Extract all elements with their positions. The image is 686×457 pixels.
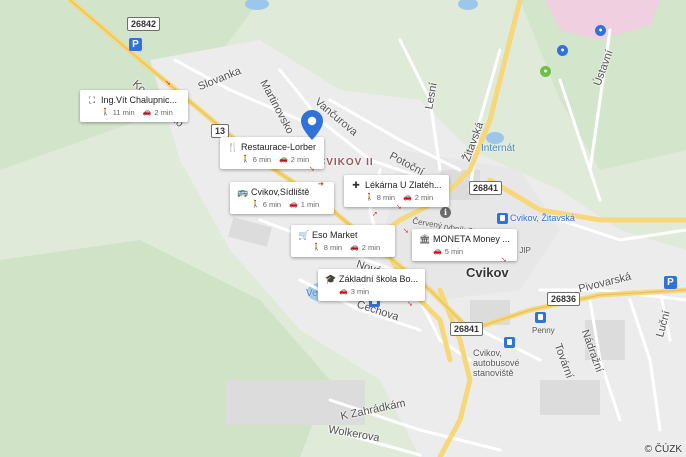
stop-label-cvikov-zitavska: Cvikov, Žitavská xyxy=(510,213,575,223)
label-penny: Penny xyxy=(532,326,555,335)
walk-icon: 🚶 xyxy=(101,109,110,116)
district-label-cvikov-ii: CVIKOV II xyxy=(318,157,374,168)
poi-name: Restaurace-Lorber xyxy=(241,142,317,152)
car-icon: 🚗 xyxy=(403,194,412,201)
direction-arrow-icon: ➘ xyxy=(407,301,413,308)
road-shield-26842: 26842 xyxy=(127,17,161,31)
map-canvas[interactable]: 26842 13 26841 26836 26841 Komenského Sl… xyxy=(0,0,686,457)
car-icon: 🚗 xyxy=(350,244,359,251)
poi-walk-time: 6 min xyxy=(262,200,282,209)
poi-card-lekarna[interactable]: ✚ Lékárna U Zlatéh... 🚶 8 min 🚗 2 min xyxy=(344,175,449,207)
graduation-cap-icon: 🎓 xyxy=(325,274,337,284)
poi-car-time: 2 min xyxy=(414,193,434,202)
walk-icon: 🚶 xyxy=(365,194,374,201)
direction-arrow-icon: ➔ xyxy=(318,181,324,188)
poi-card-zakladni-skola[interactable]: 🎓 Základní škola Bo... 🚗 3 min xyxy=(318,269,426,301)
poi-card-ing-vit-chalupnic[interactable]: ⛶ Ing.Vít Chalupnic... 🚶 11 min 🚗 2 min xyxy=(80,90,188,122)
sport-icon[interactable]: • xyxy=(540,66,551,77)
org-chart-icon: ⛶ xyxy=(88,95,96,105)
walk-icon: 🚶 xyxy=(251,201,260,208)
bus-stop-icon[interactable] xyxy=(504,337,515,348)
location-pin-icon[interactable] xyxy=(301,110,323,140)
direction-arrow-icon: ➘ xyxy=(165,80,171,87)
poi-walk-time: 11 min xyxy=(112,108,135,117)
walk-icon: 🚶 xyxy=(312,244,321,251)
road-shield-26841-north: 26841 xyxy=(469,181,503,195)
poi-name: Cvikov,Sídliště xyxy=(251,187,310,197)
accessibility-icon[interactable]: • xyxy=(595,25,606,36)
shop-icon[interactable] xyxy=(535,312,546,323)
parking-icon[interactable]: P xyxy=(129,38,142,51)
car-icon: 🚗 xyxy=(433,248,442,255)
poi-car-time: 2 min xyxy=(154,108,173,117)
label-lake: Ve xyxy=(306,288,318,299)
direction-arrow-icon: ➘ xyxy=(501,257,507,264)
map-copyright: © ČÚZK xyxy=(644,444,682,455)
info-icon[interactable]: i xyxy=(440,207,451,218)
poi-card-eso-market[interactable]: 🛒 Eso Market 🚶 8 min 🚗 2 min xyxy=(291,225,396,257)
stop-label-autobusove: Cvikov, autobusové stanoviště xyxy=(473,348,520,378)
bus-icon: 🚌 xyxy=(237,187,249,197)
accessibility-icon[interactable]: • xyxy=(557,45,568,56)
poi-car-time: 2 min xyxy=(290,155,310,164)
fork-knife-icon: 🍴 xyxy=(227,142,239,152)
poi-car-time: 2 min xyxy=(361,243,381,252)
shopping-cart-icon: 🛒 xyxy=(298,230,310,240)
poi-name: Lékárna U Zlatéh... xyxy=(365,180,442,190)
town-label-cvikov: Cvikov xyxy=(466,265,509,280)
poi-car-time: 3 min xyxy=(350,287,370,296)
car-icon: 🚗 xyxy=(289,201,298,208)
car-icon: 🚗 xyxy=(339,288,348,295)
poi-card-restaurace-lorber[interactable]: 🍴 Restaurace-Lorber 🚶 6 min 🚗 2 min xyxy=(220,137,325,169)
car-icon: 🚗 xyxy=(279,156,288,163)
bus-stop-icon[interactable] xyxy=(497,213,508,224)
poi-walk-time: 8 min xyxy=(323,243,343,252)
poi-car-time: 1 min xyxy=(300,200,320,209)
direction-arrow-icon: ➘ xyxy=(309,166,315,173)
poi-car-time: 5 min xyxy=(444,247,464,256)
road-shield-13: 13 xyxy=(211,124,230,138)
poi-name: Ing.Vít Chalupnic... xyxy=(101,95,178,105)
direction-arrow-icon: ➘ xyxy=(396,204,402,211)
walk-icon: 🚶 xyxy=(241,156,250,163)
bank-icon: 🏛 xyxy=(419,234,431,244)
parking-icon[interactable]: P xyxy=(664,276,677,289)
road-shield-26836: 26836 xyxy=(547,292,581,306)
car-icon: 🚗 xyxy=(142,109,152,116)
poi-name: Základní škola Bo... xyxy=(339,274,419,284)
direction-arrow-icon: ➘ xyxy=(403,228,409,235)
poi-name: MONETA Money ... xyxy=(433,234,510,244)
label-internat: Internát xyxy=(481,143,515,154)
pharmacy-cross-icon: ✚ xyxy=(352,180,360,190)
poi-walk-time: 6 min xyxy=(252,155,272,164)
poi-walk-time: 8 min xyxy=(376,193,396,202)
road-shield-26841-south: 26841 xyxy=(450,322,484,336)
direction-arrow-icon: ➚ xyxy=(372,211,378,218)
poi-name: Eso Market xyxy=(312,230,358,240)
